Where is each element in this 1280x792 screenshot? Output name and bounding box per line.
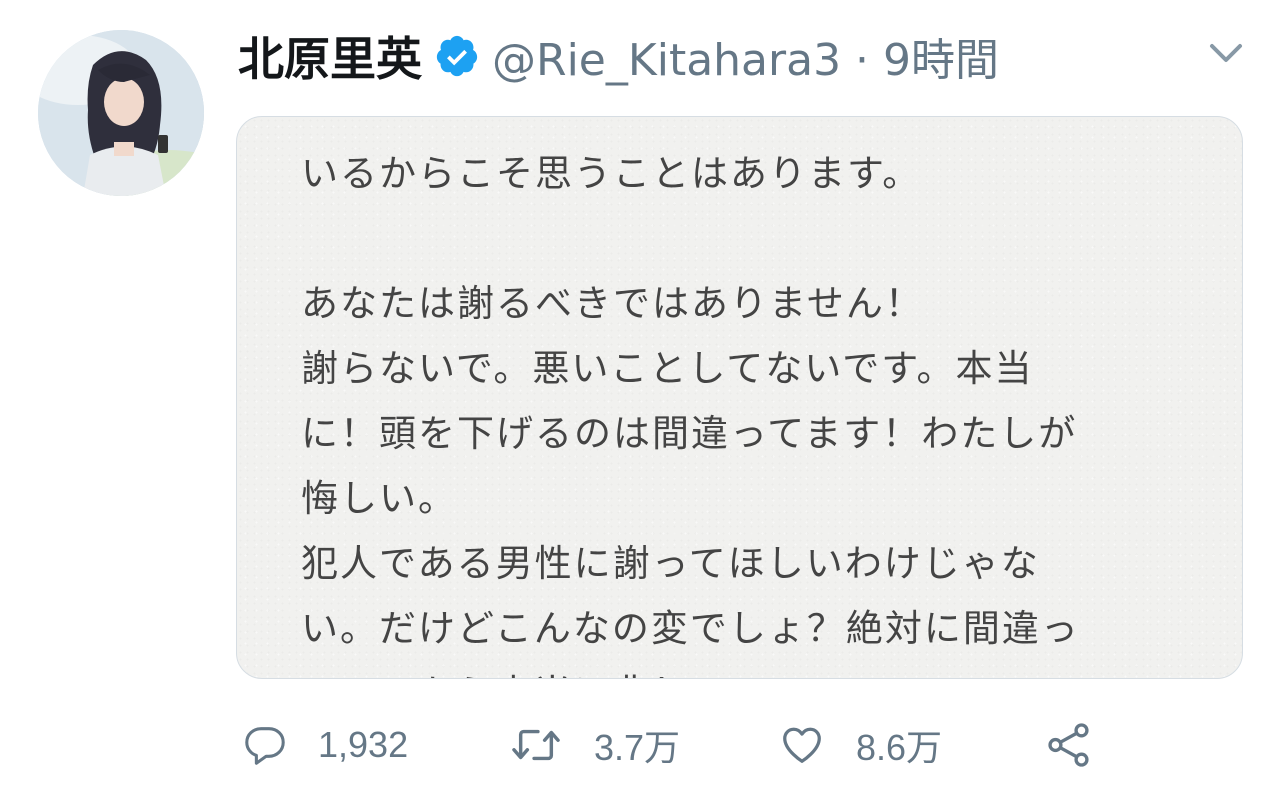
heart-icon <box>783 727 821 763</box>
reply-count: 1,932 <box>318 724 409 765</box>
share-icon <box>1048 723 1089 767</box>
retweet-count: 3.7万 <box>594 727 681 768</box>
image-text-line <box>301 206 1181 271</box>
avatar[interactable] <box>38 30 204 196</box>
like-button[interactable]: 8.6万 <box>778 712 942 778</box>
image-text-block: いるからこそ思うことはあります。 あなたは謝るべきではありません！ 謝らないで。… <box>301 141 1181 678</box>
reply-button[interactable]: 1,932 <box>242 712 408 778</box>
retweet-icon <box>512 729 560 761</box>
tweet-image[interactable]: いるからこそ思うことはあります。 あなたは謝るべきではありません！ 謝らないで。… <box>236 116 1243 679</box>
reply-icon <box>245 727 285 765</box>
image-text-line: いるからこそ思うことはあります。 <box>301 152 922 195</box>
like-count: 8.6万 <box>856 727 943 768</box>
image-text-line: 謝らないで。悪いことしてないです。本当 <box>301 347 1034 390</box>
verified-badge-icon <box>434 33 480 79</box>
share-button[interactable] <box>1044 712 1094 778</box>
display-name[interactable]: 北原里英 <box>238 23 422 89</box>
handle-and-timestamp[interactable]: @Rie_Kitahara3 · 9時間 <box>492 24 999 88</box>
image-text-line: に！頭を下げるのは間違ってます！わたしが <box>301 412 1078 455</box>
chevron-down-icon[interactable] <box>1206 38 1246 68</box>
image-text-line: 犯人である男性に謝ってほしいわけじゃな <box>301 542 1040 585</box>
image-text-line: い。だけどこんなの変でしょ？絶対に間違っ <box>301 607 1080 650</box>
image-text-line: 悔しい。 <box>301 477 457 520</box>
avatar-photo <box>38 30 204 196</box>
tweet-header: 北原里英 @Rie_Kitahara3 · 9時間 <box>238 24 999 88</box>
retweet-button[interactable]: 3.7万 <box>508 712 680 778</box>
tweet-actions: 1,932 3.7万 8.6万 <box>238 712 1138 778</box>
image-text-line: あなたは謝るべきではありません！ <box>301 282 924 325</box>
image-text-line: てる。もう本当に悲しい <box>301 661 1181 678</box>
